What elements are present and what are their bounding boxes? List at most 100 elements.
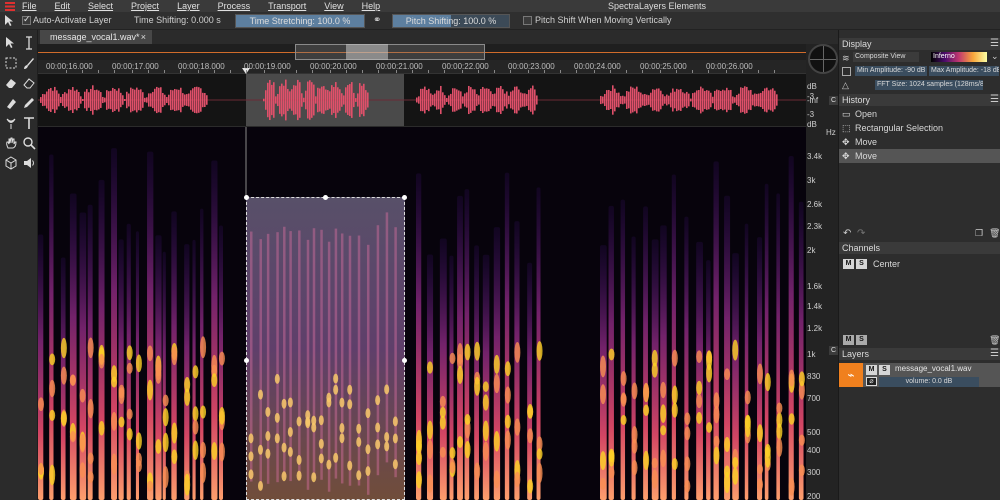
overview-view-range[interactable]	[295, 44, 485, 60]
time-ruler[interactable]: 00:00:16.000 00:00:17.000 00:00:18.000 00:0…	[38, 60, 806, 74]
channels-panel-header[interactable]: Channels	[839, 242, 1000, 254]
menu-project[interactable]: Project	[131, 1, 159, 11]
history-item[interactable]: ✥ Move	[839, 135, 1000, 149]
spectrogram-streak	[724, 195, 731, 500]
selection-handle[interactable]	[244, 358, 249, 363]
waveform-bar	[64, 92, 66, 108]
text-tool-icon[interactable]	[21, 116, 37, 132]
view-mode-select[interactable]: Composite View	[853, 52, 919, 62]
volume-field[interactable]: volume: 0.0 dB	[879, 377, 979, 387]
time-shifting-label[interactable]: Time Shifting: 0.000 s	[134, 15, 221, 25]
history-panel-header[interactable]: History ☰	[839, 94, 1000, 106]
panel-menu-icon[interactable]: ☰	[990, 38, 999, 50]
heal-tool-icon[interactable]	[3, 116, 19, 132]
menu-edit[interactable]: Edit	[55, 1, 71, 11]
pitch-shift-vertical-checkbox[interactable]	[523, 16, 532, 25]
menu-help[interactable]: Help	[362, 1, 381, 11]
spectrogram-view[interactable]	[38, 127, 806, 500]
brush-tool-icon[interactable]	[21, 56, 37, 72]
display-panel-header[interactable]: Display ☰	[839, 38, 1000, 50]
document-tab[interactable]: message_vocal1.wav* ×	[40, 30, 152, 44]
trash-icon[interactable]: 🗑	[989, 228, 1000, 239]
waveform-bar	[180, 87, 182, 113]
auto-activate-checkbox[interactable]	[22, 14, 31, 25]
solo-button[interactable]: S	[856, 259, 867, 269]
waveform-bar	[646, 94, 648, 106]
max-amplitude-field[interactable]: Max Amplitude: -18 dB	[929, 66, 999, 76]
phase-invert-icon[interactable]: ⌀	[866, 377, 877, 386]
menu-layer[interactable]: Layer	[177, 1, 200, 11]
menu-transport[interactable]: Transport	[268, 1, 306, 11]
selection-handle[interactable]	[402, 195, 407, 200]
menu-select[interactable]: Select	[88, 1, 113, 11]
spectrogram-highlight	[38, 463, 44, 475]
close-icon[interactable]: ×	[141, 30, 146, 44]
menu-view[interactable]: View	[324, 1, 343, 11]
selection-handle[interactable]	[323, 195, 328, 200]
waveform-bar	[516, 86, 518, 114]
selection-handle[interactable]	[244, 195, 249, 200]
layers-stack-icon[interactable]: ≋	[842, 53, 850, 64]
hand-tool-icon[interactable]	[3, 136, 19, 152]
spectrogram-highlight	[49, 353, 56, 366]
solo-all-button[interactable]: S	[856, 335, 867, 345]
waveform-bar	[526, 94, 528, 106]
eraser-tool-icon[interactable]	[3, 76, 19, 92]
waveform-bar	[640, 92, 642, 108]
waveform-bar	[194, 87, 196, 113]
chevron-down-icon[interactable]: ⌄	[991, 51, 999, 62]
spectrogram-highlight	[504, 361, 511, 377]
undo-icon[interactable]: ↶	[843, 228, 851, 239]
time-tick-label: 00:00:20.000	[310, 62, 357, 71]
time-select-tool-icon[interactable]	[21, 36, 37, 52]
trash-icon[interactable]: 🗑	[989, 335, 1000, 346]
amp-scale-reset-button[interactable]: C	[829, 96, 838, 105]
mute-all-button[interactable]: M	[843, 335, 854, 345]
speaker-tool-icon[interactable]	[21, 156, 37, 172]
mute-button[interactable]: M	[843, 259, 854, 269]
selection-handle[interactable]	[402, 358, 407, 363]
rect-select-tool-icon[interactable]	[3, 56, 19, 72]
spectrogram-highlight	[79, 388, 86, 403]
panel-menu-icon[interactable]: ☰	[990, 94, 999, 106]
spectrogram-highlight	[171, 449, 178, 465]
menu-file[interactable]: File	[22, 1, 37, 11]
clone-tool-icon[interactable]	[3, 96, 19, 112]
waveform-bar	[132, 88, 134, 112]
spectrogram-highlight	[184, 473, 191, 496]
menu-process[interactable]: Process	[218, 1, 251, 11]
time-tick-label: 00:00:21.000	[376, 62, 423, 71]
waveform-bar	[92, 85, 94, 115]
freq-scale-reset-button[interactable]: C	[829, 346, 838, 355]
spectrogram-highlight	[527, 403, 534, 419]
history-item-active[interactable]: ✥ Move	[839, 149, 1000, 163]
history-item[interactable]: ▭ Open	[839, 107, 1000, 121]
duplicate-icon[interactable]: ❐	[975, 228, 983, 239]
history-item[interactable]: ⬚ Rectangular Selection	[839, 121, 1000, 135]
pitch-shifting-field[interactable]: Pitch Shifting: 100.0 %	[392, 14, 510, 28]
min-amplitude-field[interactable]: Min Amplitude: -90 dB	[855, 66, 927, 76]
freq-tick-label: 1k	[807, 350, 816, 359]
pencil-tool-icon[interactable]	[21, 96, 37, 112]
panel-menu-icon[interactable]: ☰	[990, 348, 999, 360]
channel-row[interactable]: M S Center	[839, 257, 1000, 271]
time-stretching-field[interactable]: Time Stretching: 100.0 %	[235, 14, 365, 28]
rectangular-selection[interactable]	[244, 195, 407, 500]
mute-button[interactable]: M	[866, 365, 877, 375]
fft-size-field[interactable]: FFT Size: 1024 samples (128ms/8Hz)	[875, 80, 983, 90]
cube-tool-icon[interactable]	[3, 156, 19, 172]
link-icon[interactable]: ⚭	[373, 15, 381, 26]
colormap-select[interactable]: Inferno	[931, 52, 987, 62]
layer-name[interactable]: message_vocal1.wav	[895, 364, 971, 373]
move-tool-icon[interactable]	[3, 36, 19, 52]
layers-panel-header[interactable]: Layers ☰	[839, 348, 1000, 360]
overview-navigator[interactable]	[38, 44, 806, 60]
layer-row[interactable]: ⌁ M S message_vocal1.wav ⌀ volume: 0.0 d…	[839, 363, 1000, 387]
time-tick	[330, 70, 331, 73]
zoom-tool-icon[interactable]	[21, 136, 37, 152]
solo-button[interactable]: S	[879, 365, 890, 375]
navigation-dial[interactable]	[808, 44, 838, 74]
redo-icon[interactable]: ↷	[857, 228, 865, 239]
waveform-view[interactable]	[38, 74, 806, 126]
eraser-alt-tool-icon[interactable]	[21, 76, 37, 92]
